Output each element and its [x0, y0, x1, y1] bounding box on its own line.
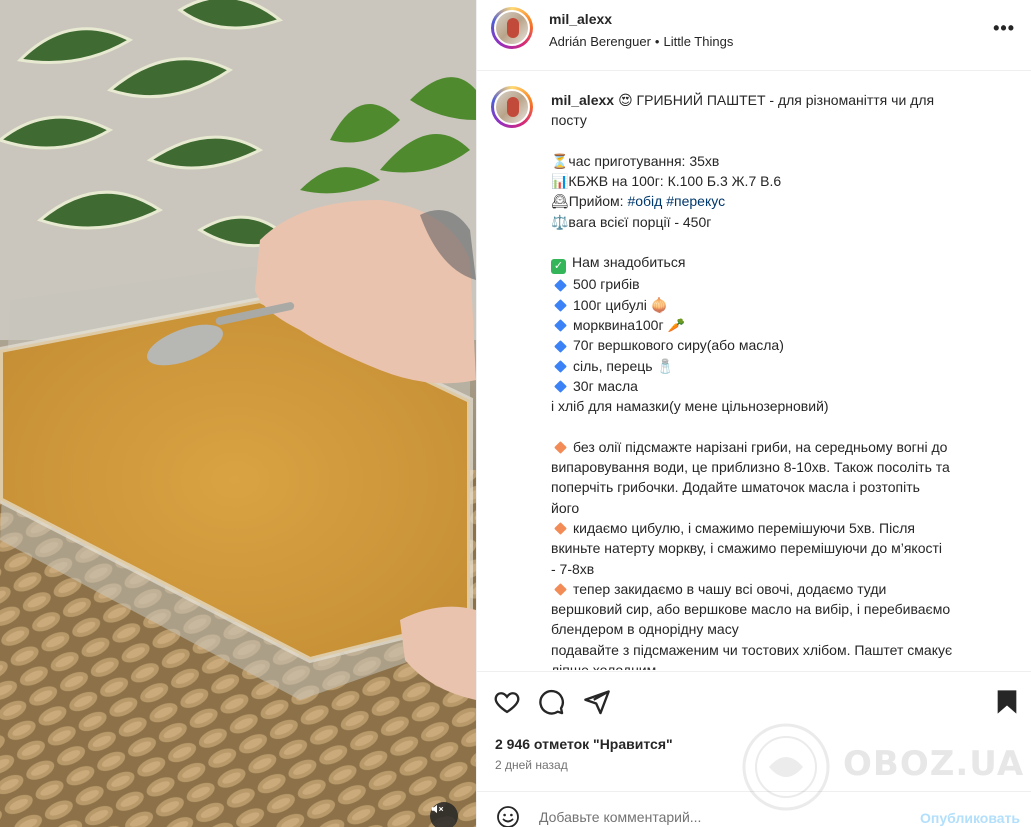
step-1-line-2: випаровування води, це приблизно 8-10хв.… — [551, 459, 950, 476]
step-3-line-1: тепер закидаємо в чашу всі овочі, додаєм… — [573, 580, 887, 597]
caption-cook-time: ⏳час приготування: 35хв — [551, 152, 720, 169]
step-1-line-3: поперчіть грибочки. Додайте шматочок мас… — [551, 479, 920, 496]
comment-input[interactable] — [539, 806, 899, 827]
hashtag-perekus[interactable]: #перекус — [666, 193, 725, 209]
action-bar — [477, 671, 1031, 731]
speaker-muted-icon — [431, 804, 444, 814]
caption-text: mil_alexx 😍 ГРИБНИЙ ПАШТЕТ - для різноман… — [551, 90, 1013, 670]
post-header: mil_alexx Adrián Berenguer • Little Things… — [477, 0, 1031, 71]
caption-title-cont: посту — [551, 112, 587, 129]
bookmark-icon[interactable] — [993, 688, 1021, 716]
caption-meal: 🕰Прийом: #обід #перекус — [551, 193, 726, 210]
blue-diamond-icon — [554, 359, 567, 373]
mute-button[interactable] — [430, 802, 458, 827]
step-2-line-2: вкиньте натерту моркву, і смажимо перемі… — [551, 540, 943, 557]
emoji-icon[interactable] — [496, 805, 520, 827]
likes-count[interactable]: 2 946 отметок "Нравится" — [495, 736, 673, 752]
share-icon[interactable] — [583, 688, 611, 716]
audio-info[interactable]: Adrián Berenguer • Little Things — [549, 34, 733, 49]
post-comment-button[interactable]: Опубликовать — [920, 810, 1020, 826]
ingredient-item: 100г цибулі 🧅 — [573, 296, 669, 313]
orange-diamond-icon — [554, 441, 567, 454]
ingredient-item: сіль, перець 🧂 — [573, 357, 674, 374]
caption-section: mil_alexx 😍 ГРИБНИЙ ПАШТЕТ - для різноман… — [477, 72, 1031, 670]
ingredient-item: морквина100г 🥕 — [573, 316, 685, 333]
step-2-line-1: кидаємо цибулю, і смажимо перемішуючи 5х… — [573, 519, 915, 536]
post-date[interactable]: 2 дней назад — [495, 758, 568, 772]
caption-weight: ⚖️вага всієї порції - 450г — [551, 213, 712, 230]
ingredient-item: 30г масла — [573, 377, 638, 394]
caption-nutrition: 📊КБЖВ на 100г: К.100 Б.3 Ж.7 В.6 — [551, 173, 782, 190]
ingredient-item: 500 грибів — [573, 276, 640, 293]
step-2-line-3: - 7-8хв — [551, 560, 595, 577]
step-1-line-4: його — [551, 499, 580, 516]
step-3-line-3: блендером в однорідну масу — [551, 621, 739, 638]
caption-author-avatar[interactable] — [491, 86, 533, 128]
caption-title: 😍 ГРИБНИЙ ПАШТЕТ - для різноманіття чи д… — [618, 92, 935, 108]
author-avatar[interactable] — [491, 7, 533, 49]
blue-diamond-icon — [554, 299, 567, 312]
blue-diamond-icon — [554, 319, 567, 333]
media-illustration — [0, 0, 476, 827]
orange-diamond-icon — [554, 522, 567, 536]
caption-bread: і хліб для намазки(у мене цільнозерновий… — [551, 398, 829, 415]
heart-icon[interactable] — [493, 688, 521, 716]
audio-artist: Adrián Berenguer — [549, 34, 651, 49]
audio-separator: • — [654, 34, 660, 49]
blue-diamond-icon — [554, 339, 567, 353]
caption-author-username[interactable]: mil_alexx — [551, 92, 614, 108]
step-3-line-2: вершковий сир, або вершкове масло на виб… — [551, 601, 951, 618]
serve-line-1: подавайте з підсмаженим чи тостових хліб… — [551, 641, 953, 658]
post-media[interactable] — [0, 0, 476, 827]
hashtag-obid[interactable]: #обід — [627, 193, 662, 209]
ingredient-item: 70г вершкового сиру(або масла) — [573, 337, 784, 354]
comment-bar: Опубликовать — [477, 791, 1031, 827]
blue-diamond-icon — [554, 380, 567, 394]
serve-line-2: ліпше холодним. — [551, 660, 1013, 670]
comment-icon[interactable] — [537, 688, 565, 716]
step-1-line-1: без олії підсмажте нарізані гриби, на се… — [573, 438, 948, 455]
checkmark-icon: ✓ — [551, 259, 566, 275]
blue-diamond-icon — [554, 278, 567, 292]
post-panel: mil_alexx Adrián Berenguer • Little Things… — [476, 0, 1031, 827]
orange-diamond-icon — [554, 583, 567, 596]
author-username[interactable]: mil_alexx — [549, 11, 612, 27]
more-options-button[interactable]: ••• — [993, 18, 1015, 39]
caption-need: Нам знадобиться — [572, 254, 686, 271]
audio-track: Little Things — [663, 34, 734, 49]
watermark-text: OBOZ.UA — [843, 744, 1025, 784]
